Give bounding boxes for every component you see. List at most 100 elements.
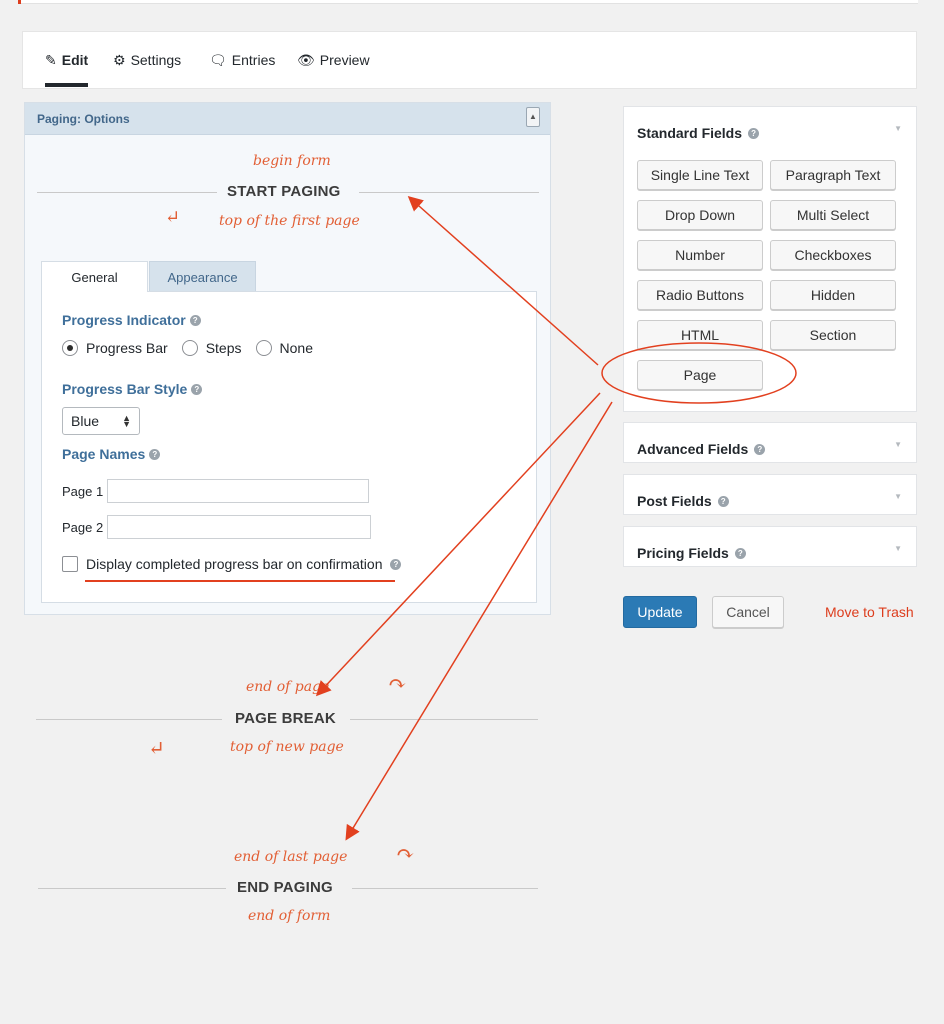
radio-steps[interactable] <box>181 340 198 356</box>
field-hidden[interactable]: Hidden <box>770 280 896 310</box>
update-button[interactable]: Update <box>623 596 697 628</box>
pricing-fields-header[interactable]: Pricing Fields ? ▼ <box>624 527 916 567</box>
tab-general[interactable]: General <box>41 261 148 292</box>
annotation-begin-form: begin form <box>253 153 331 169</box>
chevron-down-icon: ▼ <box>894 544 902 553</box>
page2-input[interactable] <box>107 515 372 539</box>
page-break-label: PAGE BREAK <box>235 710 336 727</box>
divider-right <box>352 888 538 889</box>
divider-left <box>38 888 226 889</box>
page1-label: Page 1 <box>62 483 104 499</box>
gears-icon: ⚙ <box>113 52 126 68</box>
eye-icon: 👁 <box>297 52 315 68</box>
field-checkboxes[interactable]: Checkboxes <box>770 240 896 270</box>
progress-indicator-options: Progress Bar Steps None <box>62 340 327 356</box>
tab-settings[interactable]: ⚙ Settings <box>113 52 181 68</box>
help-icon[interactable]: ? <box>149 448 161 460</box>
panel-title: Paging: Options <box>37 112 130 126</box>
move-to-trash-link[interactable]: Move to Trash <box>825 604 914 620</box>
page2-label: Page 2 <box>62 519 104 535</box>
curl-arrow-icon: ↷ <box>388 672 407 697</box>
pricing-fields-title: Pricing Fields <box>637 545 729 561</box>
tab-entries-label: Entries <box>231 52 276 68</box>
advanced-fields-header[interactable]: Advanced Fields ? ▼ <box>624 423 916 463</box>
radio-none-label: None <box>279 340 313 356</box>
annotation-end-of-page: end of page <box>246 679 330 695</box>
display-completed-row: Display completed progress bar on confir… <box>62 556 402 572</box>
radio-steps-label: Steps <box>205 340 242 356</box>
help-icon[interactable]: ? <box>734 547 746 559</box>
annotation-top-first-page: top of the first page <box>219 213 360 229</box>
annotation-top-new-page: top of new page <box>230 739 344 755</box>
tab-appearance[interactable]: Appearance <box>149 261 256 292</box>
field-multi-select[interactable]: Multi Select <box>770 200 896 230</box>
collapse-button[interactable]: ▲ <box>526 107 540 127</box>
chevron-down-icon: ▼ <box>894 124 902 133</box>
divider-left <box>36 719 222 720</box>
top-accent <box>18 0 21 4</box>
help-icon[interactable]: ? <box>748 127 760 139</box>
active-tab-underline <box>45 83 89 87</box>
display-completed-label: Display completed progress bar on confir… <box>86 556 383 572</box>
speech-bubble-icon: 🗨 <box>209 52 227 68</box>
help-icon[interactable]: ? <box>390 558 402 570</box>
standard-fields-header[interactable]: Standard Fields ? ▼ <box>624 107 916 147</box>
help-icon[interactable]: ? <box>717 495 729 507</box>
standard-fields-box: Standard Fields ? ▼ Single Line Text Par… <box>623 106 917 412</box>
paging-options-panel: Paging: Options ▲ begin form START PAGIN… <box>24 102 551 615</box>
annotation-end-of-form: end of form <box>248 908 331 924</box>
field-html[interactable]: HTML <box>637 320 763 350</box>
divider-right <box>359 192 539 193</box>
annotation-underline <box>85 580 395 582</box>
annotation-end-last-page: end of last page <box>234 849 348 865</box>
chevron-down-icon: ▼ <box>894 440 902 449</box>
field-paragraph-text[interactable]: Paragraph Text <box>770 160 896 190</box>
help-icon[interactable]: ? <box>191 383 203 395</box>
field-section[interactable]: Section <box>770 320 896 350</box>
progress-bar-style-label: Progress Bar Style <box>62 381 188 397</box>
curl-arrow-icon: ↵ <box>165 207 181 228</box>
page-names-label: Page Names <box>62 446 146 462</box>
start-paging-label: START PAGING <box>227 183 341 200</box>
post-fields-box: Post Fields ? ▼ <box>623 474 917 515</box>
cancel-button[interactable]: Cancel <box>712 596 784 628</box>
field-radio-buttons[interactable]: Radio Buttons <box>637 280 763 310</box>
page-names-heading: Page Names ? <box>62 446 161 462</box>
end-paging-label: END PAGING <box>237 879 333 896</box>
tab-edit-label: Edit <box>61 52 89 68</box>
progress-bar-style-select[interactable]: Blue ▲ ▼ <box>62 407 140 435</box>
top-strip <box>18 0 918 4</box>
advanced-fields-title: Advanced Fields <box>637 441 749 457</box>
progress-indicator-label: Progress Indicator <box>62 312 186 328</box>
display-completed-checkbox[interactable] <box>62 556 78 572</box>
progress-bar-style-heading: Progress Bar Style ? <box>62 381 203 397</box>
page1-input[interactable] <box>107 479 370 503</box>
form-toolbar: ✎ Edit ⚙ Settings 🗨 Entries 👁 Preview <box>22 31 917 89</box>
panel-header: Paging: Options ▲ <box>25 103 550 135</box>
tab-preview[interactable]: 👁 Preview <box>297 52 370 68</box>
tab-settings-label: Settings <box>130 52 182 68</box>
post-fields-header[interactable]: Post Fields ? ▼ <box>624 475 916 515</box>
page1-row: Page 1 <box>62 479 370 503</box>
field-drop-down[interactable]: Drop Down <box>637 200 763 230</box>
pricing-fields-box: Pricing Fields ? ▼ <box>623 526 917 567</box>
tab-entries[interactable]: 🗨 Entries <box>209 52 275 68</box>
tab-edit[interactable]: ✎ Edit <box>45 52 89 87</box>
radio-progress-bar[interactable] <box>62 340 78 356</box>
general-tab-body: Progress Indicator ? Progress Bar Steps … <box>41 291 537 603</box>
chevron-down-icon: ▼ <box>894 492 902 501</box>
edit-icon: ✎ <box>45 52 57 68</box>
help-icon[interactable]: ? <box>189 314 201 326</box>
field-number[interactable]: Number <box>637 240 763 270</box>
help-icon[interactable]: ? <box>754 443 766 455</box>
select-arrows-icon: ▲ ▼ <box>122 413 131 429</box>
radio-progress-bar-label: Progress Bar <box>86 340 168 356</box>
field-single-line-text[interactable]: Single Line Text <box>637 160 763 190</box>
curl-arrow-icon: ↵ <box>148 736 165 760</box>
progress-indicator-heading: Progress Indicator ? <box>62 312 201 328</box>
divider-left <box>37 192 217 193</box>
radio-none[interactable] <box>255 340 272 356</box>
field-page[interactable]: Page <box>637 360 763 390</box>
curl-arrow-icon: ↷ <box>396 842 415 867</box>
divider-right <box>350 719 538 720</box>
